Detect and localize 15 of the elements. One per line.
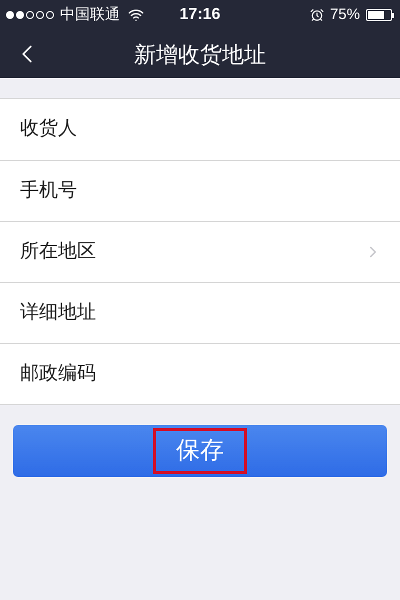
alarm-icon xyxy=(310,8,324,22)
battery-icon xyxy=(366,9,394,21)
field-label: 详细地址 xyxy=(20,300,97,325)
status-time: 17:16 xyxy=(180,5,220,25)
wifi-icon xyxy=(128,7,144,23)
highlight-frame: 保存 xyxy=(153,428,247,474)
battery-percent: 75% xyxy=(330,4,360,25)
save-button[interactable]: 保存 xyxy=(13,425,387,477)
page-title: 新增收货地址 xyxy=(134,40,266,68)
field-label: 邮政编码 xyxy=(20,362,97,386)
field-label: 所在地区 xyxy=(20,240,97,264)
field-label: 收货人 xyxy=(20,117,78,142)
carrier-name: 中国联通 xyxy=(60,4,120,25)
signal-icon xyxy=(6,11,54,19)
field-label: 手机号 xyxy=(20,178,78,203)
